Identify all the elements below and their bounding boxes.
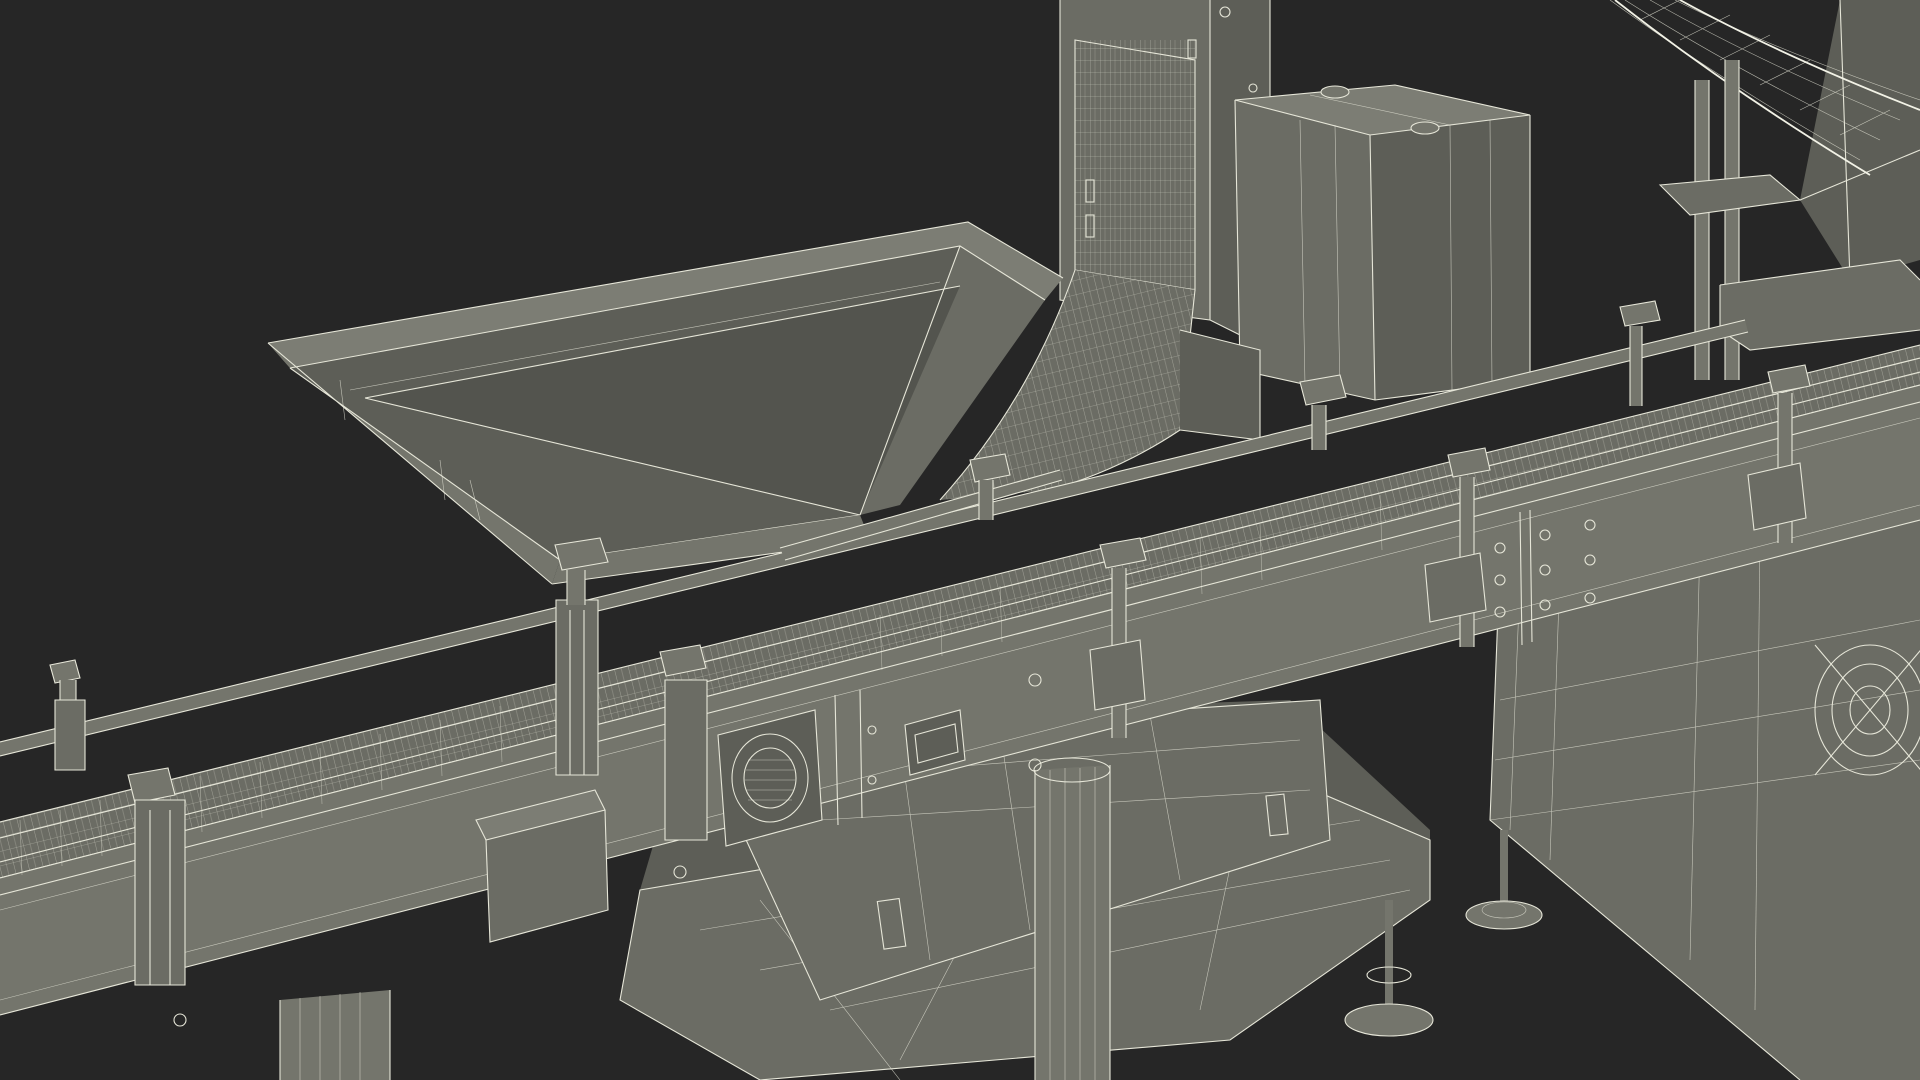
motor-housing (1234, 84, 1531, 401)
clamp-knob (49, 659, 86, 771)
wireframe-render (0, 0, 1920, 1080)
hopper (267, 221, 1064, 585)
bottle-chute (1609, 0, 1920, 281)
clamp-knob (127, 767, 186, 986)
